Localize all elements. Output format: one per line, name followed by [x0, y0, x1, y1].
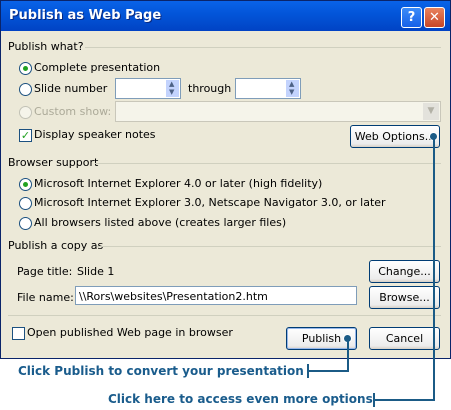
web-options-button[interactable]: Web Options...	[350, 125, 440, 148]
speaker-notes-label[interactable]: Display speaker notes	[34, 128, 156, 141]
complete-presentation-label[interactable]: Complete presentation	[34, 61, 160, 74]
publish-what-label: Publish what?	[8, 40, 84, 53]
publish-copy-label: Publish a copy as	[8, 239, 104, 252]
file-name-label: File name:	[17, 291, 74, 304]
title-bar: Publish as Web Page ? ✕	[1, 1, 450, 31]
separator	[95, 163, 441, 164]
separator	[97, 246, 441, 247]
custom-show-radio	[19, 106, 32, 119]
slide-number-label[interactable]: Slide number	[34, 82, 107, 95]
separator	[85, 47, 441, 48]
chevron-down-icon: ▼	[423, 103, 439, 120]
browser-ie4-label[interactable]: Microsoft Internet Explorer 4.0 or later…	[34, 177, 322, 190]
slide-number-radio[interactable]	[19, 83, 32, 96]
change-title-button[interactable]: Change...	[369, 260, 440, 283]
callout-line	[347, 338, 349, 370]
custom-show-select: ▼	[115, 101, 441, 122]
speaker-notes-checkbox[interactable]: ✓	[19, 129, 32, 142]
browser-ie3-radio[interactable]	[19, 197, 32, 210]
help-button[interactable]: ?	[401, 7, 422, 28]
callout-line	[373, 393, 375, 407]
slide-to-stepper[interactable]: ▲ ▼	[235, 78, 301, 99]
dialog-title: Publish as Web Page	[9, 8, 162, 23]
through-label: through	[188, 82, 232, 95]
callout-line	[307, 370, 349, 372]
open-in-browser-checkbox[interactable]	[12, 327, 25, 340]
browser-all-label[interactable]: All browsers listed above (creates large…	[34, 216, 286, 229]
publish-callout-text: Click Publish to convert your presentati…	[18, 364, 304, 378]
callout-line	[373, 399, 435, 401]
callout-line	[307, 364, 309, 378]
browser-ie3-label[interactable]: Microsoft Internet Explorer 3.0, Netscap…	[34, 196, 386, 209]
page-title-value: Slide 1	[77, 265, 115, 278]
callout-line	[433, 136, 435, 401]
browser-ie4-radio[interactable]	[19, 178, 32, 191]
close-button[interactable]: ✕	[424, 7, 445, 28]
browser-support-label: Browser support	[8, 156, 99, 169]
web-options-callout-text: Click here to access even more options	[108, 392, 373, 406]
stepper-arrows[interactable]: ▲ ▼	[166, 80, 179, 97]
browse-button[interactable]: Browse...	[369, 286, 440, 309]
page-title-label: Page title:	[17, 265, 73, 278]
cancel-button[interactable]: Cancel	[369, 327, 440, 350]
slide-from-stepper[interactable]: ▲ ▼	[115, 78, 181, 99]
separator	[8, 315, 441, 316]
complete-presentation-radio[interactable]	[19, 62, 32, 75]
stepper-arrows[interactable]: ▲ ▼	[286, 80, 299, 97]
file-name-input[interactable]: \\Rors\websites\Presentation2.htm	[75, 286, 357, 305]
publish-dialog: Publish as Web Page ? ✕ Publish what? Co…	[0, 0, 451, 359]
open-in-browser-label[interactable]: Open published Web page in browser	[27, 326, 233, 339]
custom-show-label: Custom show:	[34, 105, 112, 118]
browser-all-radio[interactable]	[19, 217, 32, 230]
